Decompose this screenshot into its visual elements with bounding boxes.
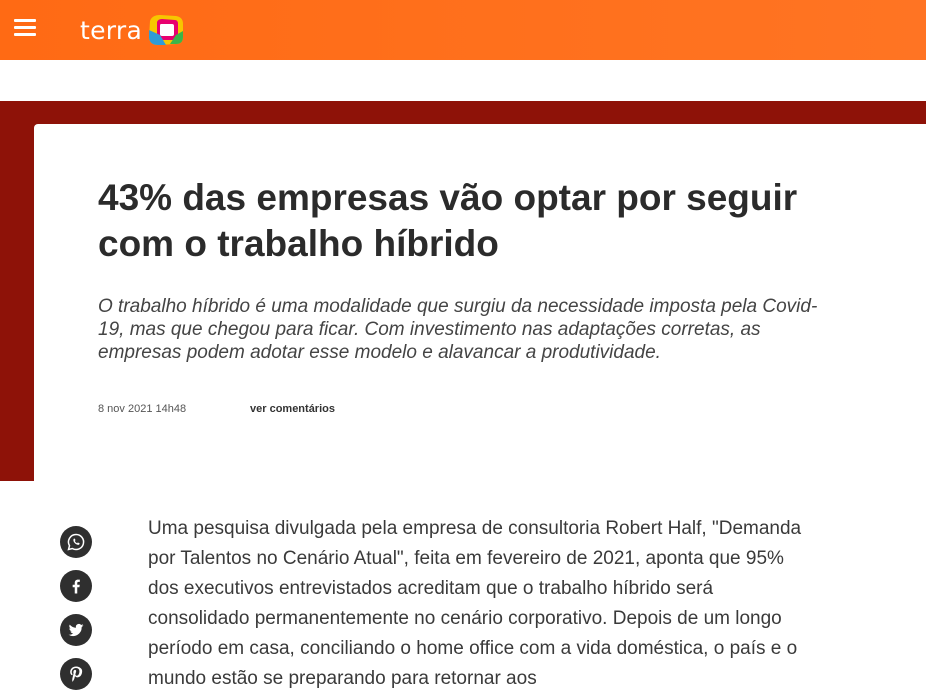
article-date: 8 nov 2021 14h48 bbox=[98, 403, 187, 415]
article-subheadline: O trabalho híbrido é uma modalidade que … bbox=[98, 296, 818, 363]
article-headline: 43% das empresas vão optar por seguir co… bbox=[98, 177, 798, 264]
comments-link[interactable]: ver comentários bbox=[250, 403, 335, 415]
article-body: Uma pesquisa divulgada pela empresa de c… bbox=[148, 518, 802, 689]
share-bar bbox=[60, 526, 92, 695]
twitter-icon[interactable] bbox=[60, 614, 92, 646]
logo-text: terra bbox=[80, 15, 143, 45]
facebook-icon[interactable] bbox=[60, 570, 92, 602]
top-navigation-bar: terra bbox=[0, 0, 926, 60]
terra-logo-icon bbox=[149, 15, 184, 45]
whatsapp-icon[interactable] bbox=[60, 526, 92, 558]
hamburger-menu-icon[interactable] bbox=[14, 19, 38, 39]
terra-logo[interactable]: terra bbox=[80, 12, 186, 48]
pinterest-icon[interactable] bbox=[60, 658, 92, 690]
